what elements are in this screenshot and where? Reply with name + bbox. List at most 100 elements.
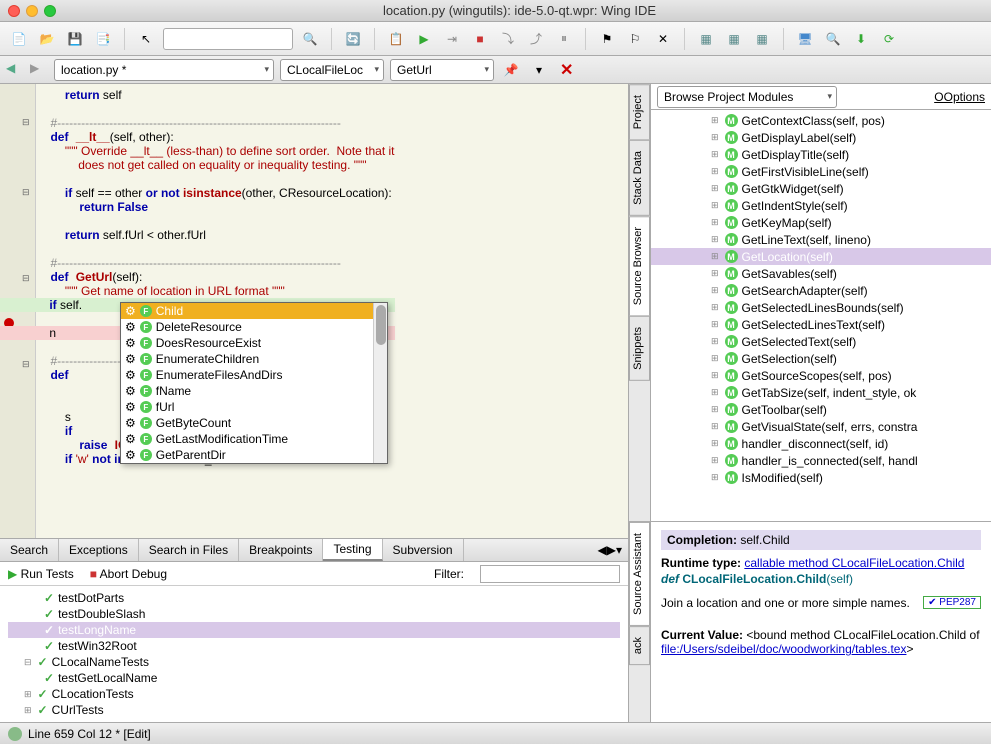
autocomplete-item[interactable]: ⚙FEnumerateFilesAndDirs xyxy=(121,367,387,383)
autocomplete-item[interactable]: ⚙FGetLastModificationTime xyxy=(121,431,387,447)
tree-item[interactable]: ⊞MGetSelectedLinesBounds(self) xyxy=(651,299,991,316)
minimize-window-icon[interactable] xyxy=(26,5,38,17)
fold-icon[interactable]: ⊟ xyxy=(22,359,30,370)
dropdown-icon[interactable]: ▾ xyxy=(528,59,550,81)
tree-item[interactable]: ⊞MGetSearchAdapter(self) xyxy=(651,282,991,299)
cv-link[interactable]: file:/Users/sdeibel/doc/woodworking/tabl… xyxy=(661,642,906,656)
tree-item[interactable]: ⊞MGetSelection(self) xyxy=(651,350,991,367)
test-item[interactable]: ✓testDoubleSlash xyxy=(8,606,620,622)
nav-back-icon[interactable]: ◀ xyxy=(6,61,24,79)
find-icon[interactable]: 🔍 xyxy=(822,28,844,50)
scope-combo[interactable]: CLocalFileLoc xyxy=(280,59,384,81)
vtab-source-browser[interactable]: Source Browser xyxy=(629,216,650,316)
step-over-icon[interactable]: ⤵ xyxy=(497,28,519,50)
stop-icon[interactable]: ■ xyxy=(469,28,491,50)
fold-icon[interactable]: ⊟ xyxy=(22,117,30,128)
pin-icon[interactable]: 📌 xyxy=(500,59,522,81)
bug-icon[interactable] xyxy=(8,727,22,741)
tab-exceptions[interactable]: Exceptions xyxy=(59,539,139,561)
tree-item[interactable]: ⊞MGetDisplayTitle(self) xyxy=(651,146,991,163)
run-tests-button[interactable]: ▶ Run Tests xyxy=(8,567,74,581)
tree-item[interactable]: ⊞MGetSourceScopes(self, pos) xyxy=(651,367,991,384)
new-shell-icon[interactable]: 📋 xyxy=(385,28,407,50)
diff-icon[interactable]: ▦ xyxy=(695,28,717,50)
search-icon[interactable]: 🔍 xyxy=(299,28,321,50)
tree-item[interactable]: ⊞MGetTabSize(self, indent_style, ok xyxy=(651,384,991,401)
tree-item[interactable]: ⊞MGetLocation(self) xyxy=(651,248,991,265)
tree-item[interactable]: ⊞MGetSelectedText(self) xyxy=(651,333,991,350)
tab-search-in-files[interactable]: Search in Files xyxy=(139,539,239,561)
test-item[interactable]: ✓testWin32Root xyxy=(8,638,620,654)
zoom-window-icon[interactable] xyxy=(44,5,56,17)
test-item[interactable]: ✓testDotParts xyxy=(8,590,620,606)
close-file-icon[interactable]: ✕ xyxy=(560,60,573,80)
pause-icon[interactable]: ⏸ xyxy=(553,28,575,50)
open-file-icon[interactable]: 📂 xyxy=(36,28,58,50)
tree-item[interactable]: ⊞MGetKeyMap(self) xyxy=(651,214,991,231)
save-all-icon[interactable]: 📑 xyxy=(92,28,114,50)
tree-item[interactable]: ⊞MGetLineText(self, lineno) xyxy=(651,231,991,248)
close-window-icon[interactable] xyxy=(8,5,20,17)
tree-item[interactable]: ⊞MGetContextClass(self, pos) xyxy=(651,112,991,129)
browser-tree[interactable]: ⊞MGetContextClass(self, pos)⊞MGetDisplay… xyxy=(651,110,991,521)
tree-item[interactable]: ⊞Mhandler_disconnect(self, id) xyxy=(651,435,991,452)
fold-icon[interactable]: ⊟ xyxy=(22,273,30,284)
filter-input[interactable] xyxy=(480,565,620,583)
autocomplete-item[interactable]: ⚙FfName xyxy=(121,383,387,399)
tree-item[interactable]: ⊞MGetIndentStyle(self) xyxy=(651,197,991,214)
tree-item[interactable]: ⊞MGetSavables(self) xyxy=(651,265,991,282)
tree-item[interactable]: ⊞MGetSelectedLinesText(self) xyxy=(651,316,991,333)
autocomplete-item[interactable]: ⚙FDeleteResource xyxy=(121,319,387,335)
breakpoint-icon[interactable]: ⚑ xyxy=(596,28,618,50)
test-item[interactable]: ✓testLongName xyxy=(8,622,620,638)
tab-subversion[interactable]: Subversion xyxy=(383,539,464,561)
test-item[interactable]: ⊟✓CLocalNameTests xyxy=(8,654,620,670)
vtab-source-assistant[interactable]: Source Assistant xyxy=(629,522,650,626)
tree-item[interactable]: ⊞MGetFirstVisibleLine(self) xyxy=(651,163,991,180)
tree-item[interactable]: ⊞MGetToolbar(self) xyxy=(651,401,991,418)
scrollbar[interactable] xyxy=(373,303,387,463)
tree-item[interactable]: ⊞MGetVisualState(self, errs, constra xyxy=(651,418,991,435)
autocomplete-item[interactable]: ⚙FGetByteCount xyxy=(121,415,387,431)
save-icon[interactable]: 💾 xyxy=(64,28,86,50)
file-combo[interactable]: location.py * xyxy=(54,59,274,81)
vtab-snippets[interactable]: Snippets xyxy=(629,316,650,381)
test-tree[interactable]: ✓testDotParts ✓testDoubleSlash ✓testLong… xyxy=(0,586,628,722)
tree-item[interactable]: ⊞Mhandler_is_connected(self, handl xyxy=(651,452,991,469)
tree-item[interactable]: ⊞MGetDisplayLabel(self) xyxy=(651,129,991,146)
autocomplete-item[interactable]: ⚙FEnumerateChildren xyxy=(121,351,387,367)
fold-icon[interactable]: ⊟ xyxy=(22,187,30,198)
pep-badge[interactable]: ✔ PEP287 xyxy=(923,596,981,609)
autocomplete-item[interactable]: ⚙FfUrl xyxy=(121,399,387,415)
monitor-icon[interactable]: 🖥 xyxy=(794,28,816,50)
nav-fwd-icon[interactable]: ▶ xyxy=(30,61,48,79)
step-out-icon[interactable]: ⤴ xyxy=(525,28,547,50)
autocomplete-item[interactable]: ⚙FChild xyxy=(121,303,387,319)
tab-breakpoints[interactable]: Breakpoints xyxy=(239,539,323,561)
autocomplete-popup[interactable]: ⚙FChild ⚙FDeleteResource ⚙FDoesResourceE… xyxy=(120,302,388,464)
diff3-icon[interactable]: ▦ xyxy=(751,28,773,50)
vtab-project[interactable]: Project xyxy=(629,84,650,140)
test-item[interactable]: ⊞✓CUrlTests xyxy=(8,702,620,718)
diff2-icon[interactable]: ▦ xyxy=(723,28,745,50)
autocomplete-item[interactable]: ⚙FGetParentDir xyxy=(121,447,387,463)
tab-menu-icon[interactable]: ◀▶▾ xyxy=(592,543,628,557)
vtab-stack[interactable]: ack xyxy=(629,626,650,665)
bp-clear-icon[interactable]: ✕ xyxy=(652,28,674,50)
bp-enable-icon[interactable]: ⚐ xyxy=(624,28,646,50)
goto-icon[interactable]: ↖ xyxy=(135,28,157,50)
tree-item[interactable]: ⊞MGetGtkWidget(self) xyxy=(651,180,991,197)
abort-debug-button[interactable]: ■ Abort Debug xyxy=(90,567,167,581)
test-item[interactable]: ✓testGetLocalName xyxy=(8,670,620,686)
browse-combo[interactable]: Browse Project Modules xyxy=(657,86,837,108)
down-icon[interactable]: ⬇ xyxy=(850,28,872,50)
vtab-stack-data[interactable]: Stack Data xyxy=(629,140,650,216)
step-into-icon[interactable]: ⇥ xyxy=(441,28,463,50)
options-link[interactable]: OOptions xyxy=(934,90,985,104)
test-item[interactable]: ⊞✓CLocationTests xyxy=(8,686,620,702)
runtime-link[interactable]: callable method CLocalFileLocation.Child xyxy=(744,556,964,570)
method-combo[interactable]: GetUrl xyxy=(390,59,494,81)
new-file-icon[interactable]: 📄 xyxy=(8,28,30,50)
tab-testing[interactable]: Testing xyxy=(323,539,382,561)
tab-search[interactable]: Search xyxy=(0,539,59,561)
